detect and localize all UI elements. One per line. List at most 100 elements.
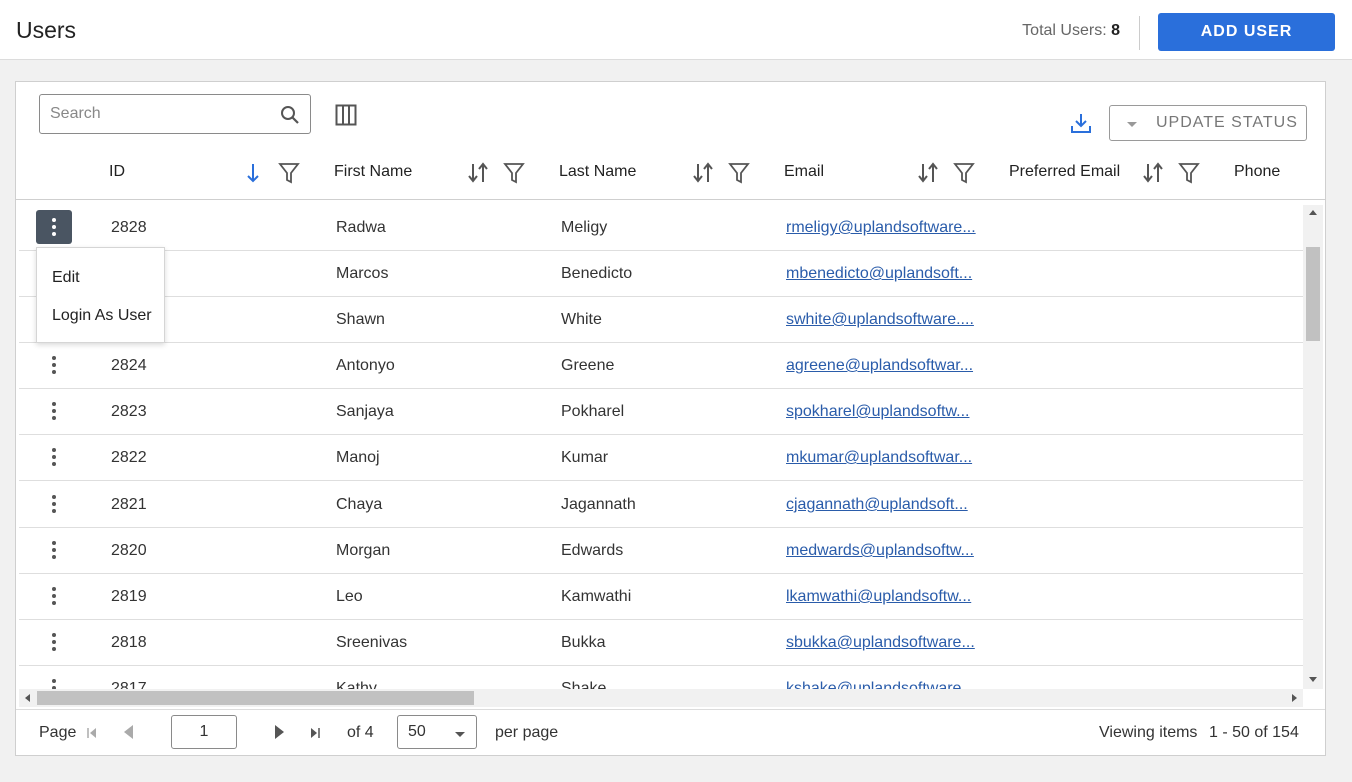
cell-email-link[interactable]: rmeligy@uplandsoftware... bbox=[786, 219, 982, 237]
cell-id: 2818 bbox=[111, 634, 147, 651]
sort-icon[interactable] bbox=[1142, 161, 1164, 190]
scroll-up-icon[interactable] bbox=[1309, 210, 1317, 215]
cell-last-name: Pokharel bbox=[561, 403, 625, 420]
sort-icon[interactable] bbox=[692, 161, 714, 190]
update-status-label: UPDATE STATUS bbox=[1156, 114, 1298, 131]
horizontal-scrollbar[interactable] bbox=[19, 689, 1303, 707]
cell-last-name: Shake bbox=[561, 680, 607, 689]
cell-email-link[interactable]: lkamwathi@uplandsoftw... bbox=[786, 588, 982, 606]
cell-last-name: Meligy bbox=[561, 219, 608, 236]
cell-first-name: Chaya bbox=[336, 496, 383, 513]
table-row[interactable]: 2824 Antonyo Greene agreene@uplandsoftwa… bbox=[19, 343, 1303, 389]
cell-id: 2817 bbox=[111, 680, 147, 689]
cell-email-link[interactable]: medwards@uplandsoftw... bbox=[786, 542, 982, 560]
table-row[interactable]: 2823 Sanjaya Pokharel spokharel@uplandso… bbox=[19, 389, 1303, 435]
cell-last-name: Bukka bbox=[561, 634, 606, 651]
cell-id: 2820 bbox=[111, 542, 147, 559]
vertical-scrollbar[interactable] bbox=[1303, 205, 1323, 689]
cell-id: 2821 bbox=[111, 496, 147, 513]
top-bar: Users Total Users: 8 ADD USER bbox=[0, 0, 1352, 60]
kebab-icon bbox=[52, 541, 56, 559]
prev-page-icon[interactable] bbox=[122, 724, 134, 745]
vertical-scroll-thumb[interactable] bbox=[1306, 247, 1320, 341]
sort-desc-icon[interactable] bbox=[244, 161, 262, 190]
cell-email-link[interactable]: spokharel@uplandsoftw... bbox=[786, 403, 982, 421]
add-user-button[interactable]: ADD USER bbox=[1158, 13, 1335, 51]
cell-first-name: Shawn bbox=[336, 311, 385, 328]
cell-first-name: Manoj bbox=[336, 449, 380, 466]
filter-icon[interactable] bbox=[278, 161, 300, 190]
cell-email-link[interactable]: sbukka@uplandsoftware... bbox=[786, 634, 982, 652]
cell-first-name: Sreenivas bbox=[336, 634, 408, 651]
filter-icon[interactable] bbox=[953, 161, 975, 190]
table-row[interactable]: 2817 Kathy Shake kshake@uplandsoftware..… bbox=[19, 666, 1303, 689]
column-header-preferred-email[interactable]: Preferred Email bbox=[1009, 163, 1120, 181]
scroll-left-icon[interactable] bbox=[25, 694, 30, 702]
column-header-email[interactable]: Email bbox=[784, 163, 824, 181]
table-row[interactable]: 2818 Sreenivas Bukka sbukka@uplandsoftwa… bbox=[19, 620, 1303, 666]
page-number-input[interactable] bbox=[171, 715, 237, 749]
filter-icon[interactable] bbox=[1178, 161, 1200, 190]
cell-last-name: Kumar bbox=[561, 449, 609, 466]
table-row[interactable]: 2820 Morgan Edwards medwards@uplandsoftw… bbox=[19, 528, 1303, 574]
per-page-select[interactable]: 50 bbox=[397, 715, 477, 749]
cell-email-link[interactable]: cjagannath@uplandsoft... bbox=[786, 496, 982, 514]
kebab-icon bbox=[52, 218, 56, 236]
menu-item-login-as-user[interactable]: Login As User bbox=[52, 307, 152, 325]
column-header-id[interactable]: ID bbox=[109, 163, 125, 181]
columns-icon[interactable] bbox=[335, 104, 357, 131]
row-actions-button[interactable] bbox=[36, 533, 72, 567]
table-row[interactable]: Marcos Benedicto mbenedicto@uplandsoft..… bbox=[19, 251, 1303, 297]
cell-last-name: Edwards bbox=[561, 542, 624, 559]
cell-last-name: Benedicto bbox=[561, 265, 633, 282]
filter-icon[interactable] bbox=[503, 161, 525, 190]
filter-icon[interactable] bbox=[728, 161, 750, 190]
chevron-down-icon bbox=[455, 732, 465, 737]
cell-email-link[interactable]: kshake@uplandsoftware... bbox=[786, 680, 982, 689]
search-icon[interactable] bbox=[280, 105, 300, 130]
table-row[interactable]: 2821 Chaya Jagannath cjagannath@uplandso… bbox=[19, 482, 1303, 528]
column-header-last-name[interactable]: Last Name bbox=[559, 163, 636, 181]
row-actions-button[interactable] bbox=[36, 348, 72, 382]
row-actions-button[interactable] bbox=[36, 210, 72, 244]
next-page-icon[interactable] bbox=[274, 724, 286, 745]
row-actions-button[interactable] bbox=[36, 440, 72, 474]
grid-header: ID First Name Last Name Email Preferred … bbox=[16, 148, 1325, 200]
column-header-phone[interactable]: Phone bbox=[1234, 163, 1280, 181]
row-actions-button[interactable] bbox=[36, 625, 72, 659]
cell-first-name: Antonyo bbox=[336, 357, 395, 374]
table-row[interactable]: 2828 Radwa Meligy rmeligy@uplandsoftware… bbox=[19, 205, 1303, 251]
cell-email-link[interactable]: mbenedicto@uplandsoft... bbox=[786, 265, 982, 283]
table-row[interactable]: 2819 Leo Kamwathi lkamwathi@uplandsoftw.… bbox=[19, 574, 1303, 620]
cell-first-name: Sanjaya bbox=[336, 403, 394, 420]
row-actions-button[interactable] bbox=[36, 394, 72, 428]
search-box[interactable] bbox=[39, 94, 311, 134]
horizontal-scroll-thumb[interactable] bbox=[37, 691, 474, 705]
scroll-down-icon[interactable] bbox=[1309, 677, 1317, 682]
menu-item-edit[interactable]: Edit bbox=[52, 269, 80, 287]
header-divider bbox=[1139, 16, 1140, 50]
kebab-icon bbox=[52, 679, 56, 689]
per-page-value: 50 bbox=[408, 723, 426, 740]
cell-id: 2824 bbox=[111, 357, 147, 374]
sort-icon[interactable] bbox=[917, 161, 939, 190]
cell-email-link[interactable]: mkumar@uplandsoftwar... bbox=[786, 449, 982, 467]
cell-email-link[interactable]: agreene@uplandsoftwar... bbox=[786, 357, 982, 375]
kebab-icon bbox=[52, 402, 56, 420]
row-actions-button[interactable] bbox=[36, 671, 72, 689]
last-page-icon[interactable] bbox=[309, 726, 321, 744]
column-header-first-name[interactable]: First Name bbox=[334, 163, 412, 181]
cell-first-name: Morgan bbox=[336, 542, 391, 559]
scroll-right-icon[interactable] bbox=[1292, 694, 1297, 702]
table-row[interactable]: 2822 Manoj Kumar mkumar@uplandsoftwar... bbox=[19, 435, 1303, 481]
first-page-icon[interactable] bbox=[86, 726, 98, 744]
cell-last-name: Kamwathi bbox=[561, 588, 632, 605]
update-status-button[interactable]: UPDATE STATUS bbox=[1109, 105, 1307, 141]
cell-email-link[interactable]: swhite@uplandsoftware.... bbox=[786, 311, 982, 329]
row-actions-button[interactable] bbox=[36, 487, 72, 521]
search-input[interactable] bbox=[50, 103, 275, 125]
table-row[interactable]: Shawn White swhite@uplandsoftware.... bbox=[19, 297, 1303, 343]
sort-icon[interactable] bbox=[467, 161, 489, 190]
download-icon[interactable] bbox=[1070, 112, 1092, 139]
row-actions-button[interactable] bbox=[36, 579, 72, 613]
